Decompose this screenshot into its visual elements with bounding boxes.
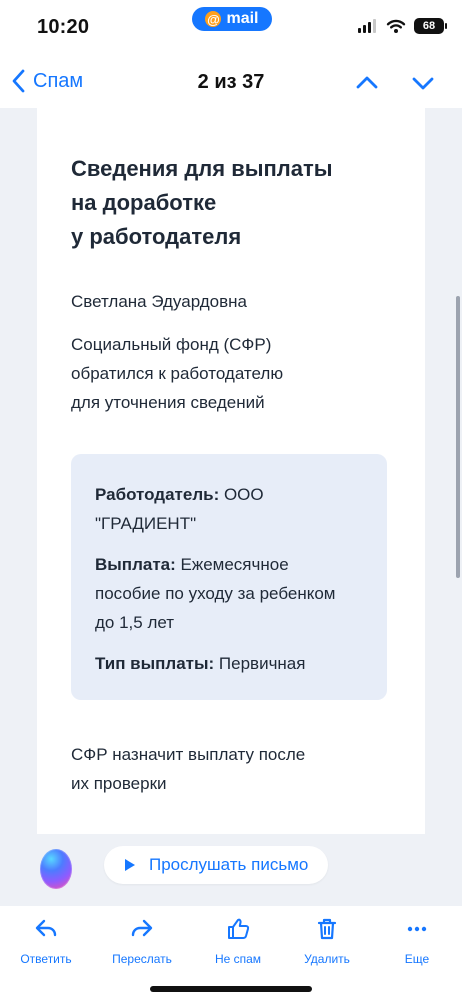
payment-details-box: Работодатель: ООО "ГРАДИЕНТ" Выплата: Еж… [71, 454, 387, 700]
mail-app-pill[interactable]: @ mail [192, 7, 272, 31]
more-icon [407, 926, 427, 932]
signal-icon [358, 19, 376, 33]
reply-label: Ответить [20, 952, 72, 966]
more-label: Еще [404, 952, 430, 966]
mail-app-screen: 10:20 @ mail 68 Спам 2 из 37 Сведения дл… [0, 0, 462, 1000]
listen-letter-label: Прослушать письмо [149, 855, 309, 874]
play-icon [125, 859, 135, 871]
letter-title: Сведения для выплаты на доработке у рабо… [71, 156, 333, 249]
reply-button[interactable]: Ответить [5, 916, 87, 967]
forward-icon [131, 919, 153, 937]
status-indicators: 68 [358, 18, 447, 34]
payment-type-label: Тип выплаты: [95, 654, 215, 673]
assistant-orb-icon[interactable] [40, 849, 72, 889]
recipient-greeting: Светлана Эдуардовна [71, 292, 248, 311]
status-time: 10:20 [37, 16, 90, 38]
not-spam-button[interactable]: Не спам [197, 916, 279, 967]
payment-type-value: Первичная [214, 654, 306, 673]
chevron-up-icon[interactable] [354, 70, 380, 96]
forward-label: Переслать [112, 952, 172, 966]
letter-footer-note: СФР назначит выплату после их проверки [71, 745, 306, 793]
more-actions-button[interactable]: Еще [376, 916, 458, 967]
message-counter: 2 из 37 [197, 71, 265, 93]
letter-card: Сведения для выплаты на доработке у рабо… [37, 108, 425, 834]
battery-icon: 68 [414, 18, 447, 34]
home-indicator[interactable] [150, 986, 312, 992]
payment-label: Выплата: [95, 555, 176, 574]
thumbs-up-icon [228, 918, 250, 939]
mail-at-icon: @ [205, 11, 222, 27]
scrollbar[interactable] [456, 296, 460, 578]
not-spam-label: Не спам [214, 952, 262, 966]
delete-button[interactable]: Удалить [286, 916, 368, 967]
forward-button[interactable]: Переслать [101, 916, 183, 967]
delete-label: Удалить [304, 952, 350, 966]
wifi-icon [386, 19, 406, 33]
payment-type-row: Тип выплаты: Первичная [95, 649, 369, 678]
assistant-area: Прослушать письмо [0, 834, 462, 906]
message-content-area[interactable]: Сведения для выплаты на доработке у рабо… [0, 108, 462, 834]
employer-label: Работодатель: [95, 485, 220, 504]
letter-intro: Социальный фонд (СФР) обратился к работо… [71, 335, 284, 412]
reply-icon [35, 919, 57, 937]
message-navigation-bar: Спам 2 из 37 [0, 56, 462, 108]
employer-row: Работодатель: ООО "ГРАДИЕНТ" [95, 480, 369, 538]
status-bar: 10:20 @ mail 68 [0, 0, 462, 56]
trash-icon [317, 918, 337, 940]
chevron-down-icon[interactable] [410, 70, 436, 96]
mail-app-label: mail [226, 10, 259, 27]
listen-letter-button[interactable]: Прослушать письмо [104, 846, 328, 884]
payment-row: Выплата: Ежемесячное пособие по уходу за… [95, 550, 369, 637]
